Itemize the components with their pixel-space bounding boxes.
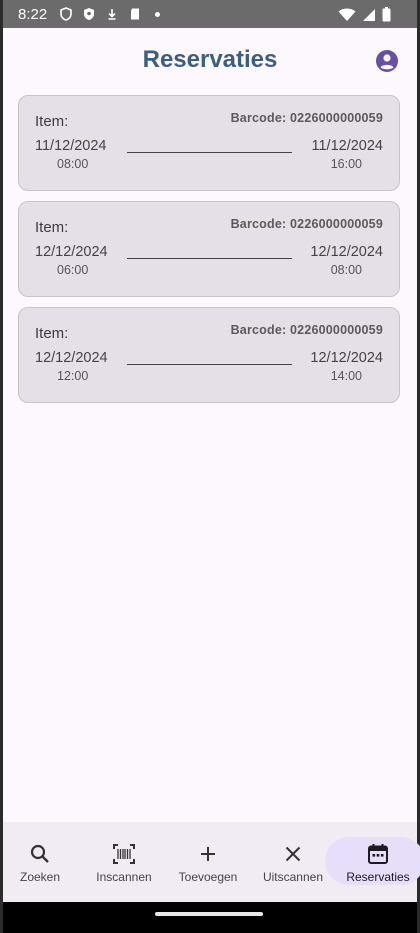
nav-label: Reservaties	[346, 870, 410, 884]
barcode-label: Barcode: 0226000000059	[230, 111, 383, 125]
barcode-label: Barcode: 0226000000059	[230, 217, 383, 231]
nav-label: Uitscannen	[262, 870, 324, 884]
wifi-icon	[338, 8, 356, 21]
vpn-shield-icon	[60, 7, 72, 21]
end-date: 12/12/2024	[310, 350, 383, 366]
more-notifications-dot	[155, 11, 160, 17]
item-label: Item:	[35, 325, 69, 342]
account-circle-icon[interactable]	[375, 49, 399, 73]
duration-line	[127, 258, 292, 260]
end-time: 14:00	[330, 369, 362, 383]
app-screen: 8:22 Reservaties Item: Barcode: 02260000…	[3, 0, 420, 933]
barcode-scan-icon	[113, 844, 135, 864]
end-date: 12/12/2024	[310, 244, 383, 260]
start-time: 12:00	[57, 369, 89, 383]
sd-card-icon	[131, 8, 139, 20]
battery-icon	[382, 7, 391, 22]
app-header: Reservaties	[3, 28, 417, 90]
start-date: 12/12/2024	[35, 350, 108, 366]
close-icon	[285, 846, 301, 862]
end-date: 11/12/2024	[311, 138, 384, 154]
status-time: 8:22	[18, 6, 48, 23]
start-time: 08:00	[57, 157, 89, 171]
start-date: 12/12/2024	[35, 244, 108, 260]
status-notification-icons	[59, 7, 160, 21]
status-bar: 8:22	[3, 0, 417, 28]
calendar-icon	[368, 844, 388, 864]
reservation-card[interactable]: Item: Barcode: 0226000000059 11/12/2024 …	[18, 95, 400, 191]
reservation-card[interactable]: Item: Barcode: 0226000000059 12/12/2024 …	[18, 201, 400, 297]
search-icon	[30, 844, 49, 863]
bottom-navigation: Zoeken Inscannen Toevoegen Uitscannen Re…	[3, 822, 420, 902]
signal-icon	[363, 8, 375, 21]
security-shield-icon	[84, 8, 94, 20]
start-date: 11/12/2024	[35, 138, 107, 154]
download-icon	[108, 9, 116, 20]
plus-icon	[201, 847, 215, 861]
nav-label: Zoeken	[19, 870, 61, 884]
nav-item-inscannen[interactable]: Inscannen	[94, 822, 154, 902]
item-label: Item:	[35, 219, 69, 236]
barcode-label: Barcode: 0226000000059	[230, 323, 383, 337]
end-time: 08:00	[330, 263, 362, 277]
nav-label: Inscannen	[96, 870, 152, 884]
nav-item-toevoegen[interactable]: Toevoegen	[178, 822, 238, 902]
start-time: 06:00	[57, 263, 89, 277]
duration-line	[127, 364, 292, 366]
nav-item-uitscannen[interactable]: Uitscannen	[262, 822, 324, 902]
end-time: 16:00	[330, 157, 362, 171]
item-label: Item:	[35, 113, 69, 130]
nav-item-reservaties[interactable]: Reservaties	[345, 822, 411, 902]
nav-label: Toevoegen	[178, 870, 238, 884]
page-title: Reservaties	[142, 46, 278, 73]
system-navigation-bar	[3, 902, 417, 933]
home-gesture-handle[interactable]	[155, 912, 263, 916]
reservation-list: Item: Barcode: 0226000000059 11/12/2024 …	[18, 95, 400, 413]
status-system-icons	[338, 7, 391, 22]
nav-item-zoeken[interactable]: Zoeken	[10, 822, 70, 902]
duration-line	[127, 152, 292, 154]
reservation-card[interactable]: Item: Barcode: 0226000000059 12/12/2024 …	[18, 307, 400, 403]
